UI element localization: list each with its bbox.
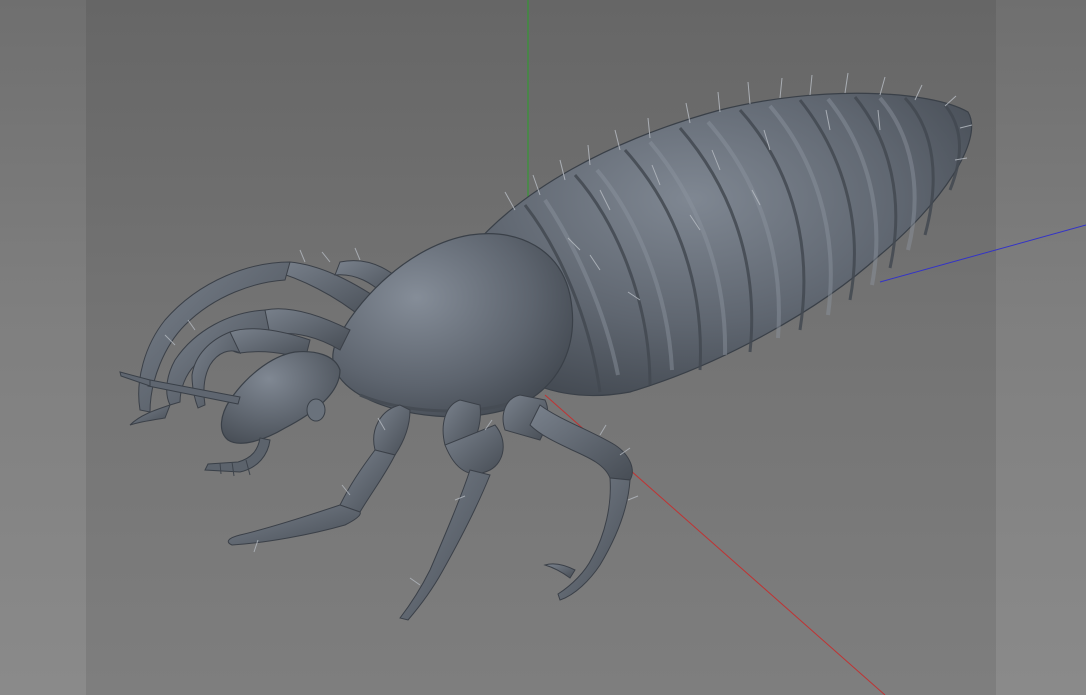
leg-n1-coxa xyxy=(373,404,411,456)
leg-n3-claw xyxy=(543,563,576,579)
leg-n3-tibia xyxy=(557,477,631,601)
leg-n1-femur xyxy=(339,449,396,513)
leg-n2-tibia xyxy=(399,469,491,621)
thorax-body xyxy=(332,233,574,418)
louse-legs-near xyxy=(227,394,633,621)
3d-viewport[interactable] xyxy=(0,0,1086,695)
leg-n1-tibia xyxy=(227,504,361,546)
louse-thorax xyxy=(332,233,574,418)
scene-canvas[interactable] xyxy=(0,0,1086,695)
leg-n3-femur xyxy=(529,404,633,481)
eye xyxy=(306,398,326,422)
